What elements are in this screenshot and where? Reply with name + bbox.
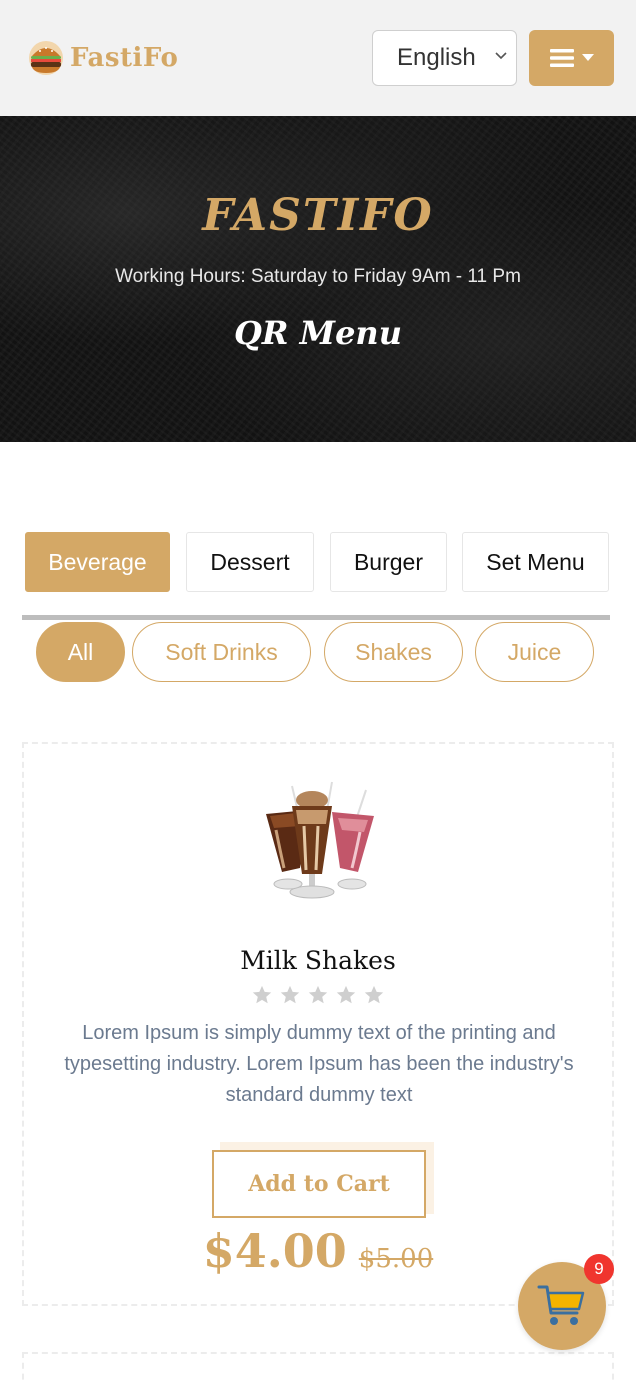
next-product-card — [22, 1352, 614, 1380]
filter-juice[interactable]: Juice — [475, 622, 594, 682]
filter-all[interactable]: All — [36, 622, 125, 682]
add-to-cart-button[interactable]: Add to Cart — [212, 1150, 426, 1218]
tab-dessert[interactable]: Dessert — [186, 532, 314, 592]
brand-logo[interactable]: FastiFo — [26, 38, 178, 78]
product-card: Milk Shakes Lorem Ipsum is simply dummy … — [22, 742, 614, 1306]
tab-set-menu[interactable]: Set Menu — [462, 532, 609, 592]
chevron-down-icon — [495, 52, 507, 60]
hamburger-menu-icon — [549, 49, 574, 67]
working-hours: Working Hours: Saturday to Friday 9Am - … — [115, 266, 521, 287]
old-price: $5.00 — [358, 1244, 434, 1274]
star-icon — [308, 985, 328, 1004]
filter-shakes[interactable]: Shakes — [324, 622, 463, 682]
star-icon — [280, 985, 300, 1004]
top-header: FastiFo English — [0, 0, 636, 116]
hero-title: FASTIFO — [202, 190, 434, 241]
hero-banner: FASTIFO Working Hours: Saturday to Frida… — [0, 116, 636, 442]
milkshake-image — [266, 781, 374, 899]
language-selected-value: English — [397, 44, 476, 71]
cart-count-badge: 9 — [584, 1254, 614, 1284]
language-select[interactable]: English — [372, 30, 517, 86]
brand-name: FastiFo — [70, 43, 179, 73]
caret-down-icon — [581, 54, 594, 61]
filter-soft-drinks[interactable]: Soft Drinks — [132, 622, 311, 682]
star-icon — [336, 985, 356, 1004]
current-price: $4.00 — [202, 1224, 347, 1278]
menu-toggle-button[interactable] — [529, 30, 614, 86]
product-name: Milk Shakes — [240, 946, 396, 975]
burger-logo-icon — [29, 41, 63, 75]
product-description: Lorem Ipsum is simply dummy text of the … — [64, 1022, 574, 1106]
shopping-cart-icon — [537, 1285, 585, 1325]
rating-stars — [24, 984, 612, 1006]
hero-subtitle: QR Menu — [234, 314, 402, 352]
star-icon — [252, 985, 272, 1004]
star-icon — [364, 985, 384, 1004]
tab-burger[interactable]: Burger — [330, 532, 447, 592]
tab-beverage[interactable]: Beverage — [25, 532, 170, 592]
tabs-divider — [22, 615, 610, 620]
price-row: $4.00 $5.00 — [24, 1224, 612, 1278]
